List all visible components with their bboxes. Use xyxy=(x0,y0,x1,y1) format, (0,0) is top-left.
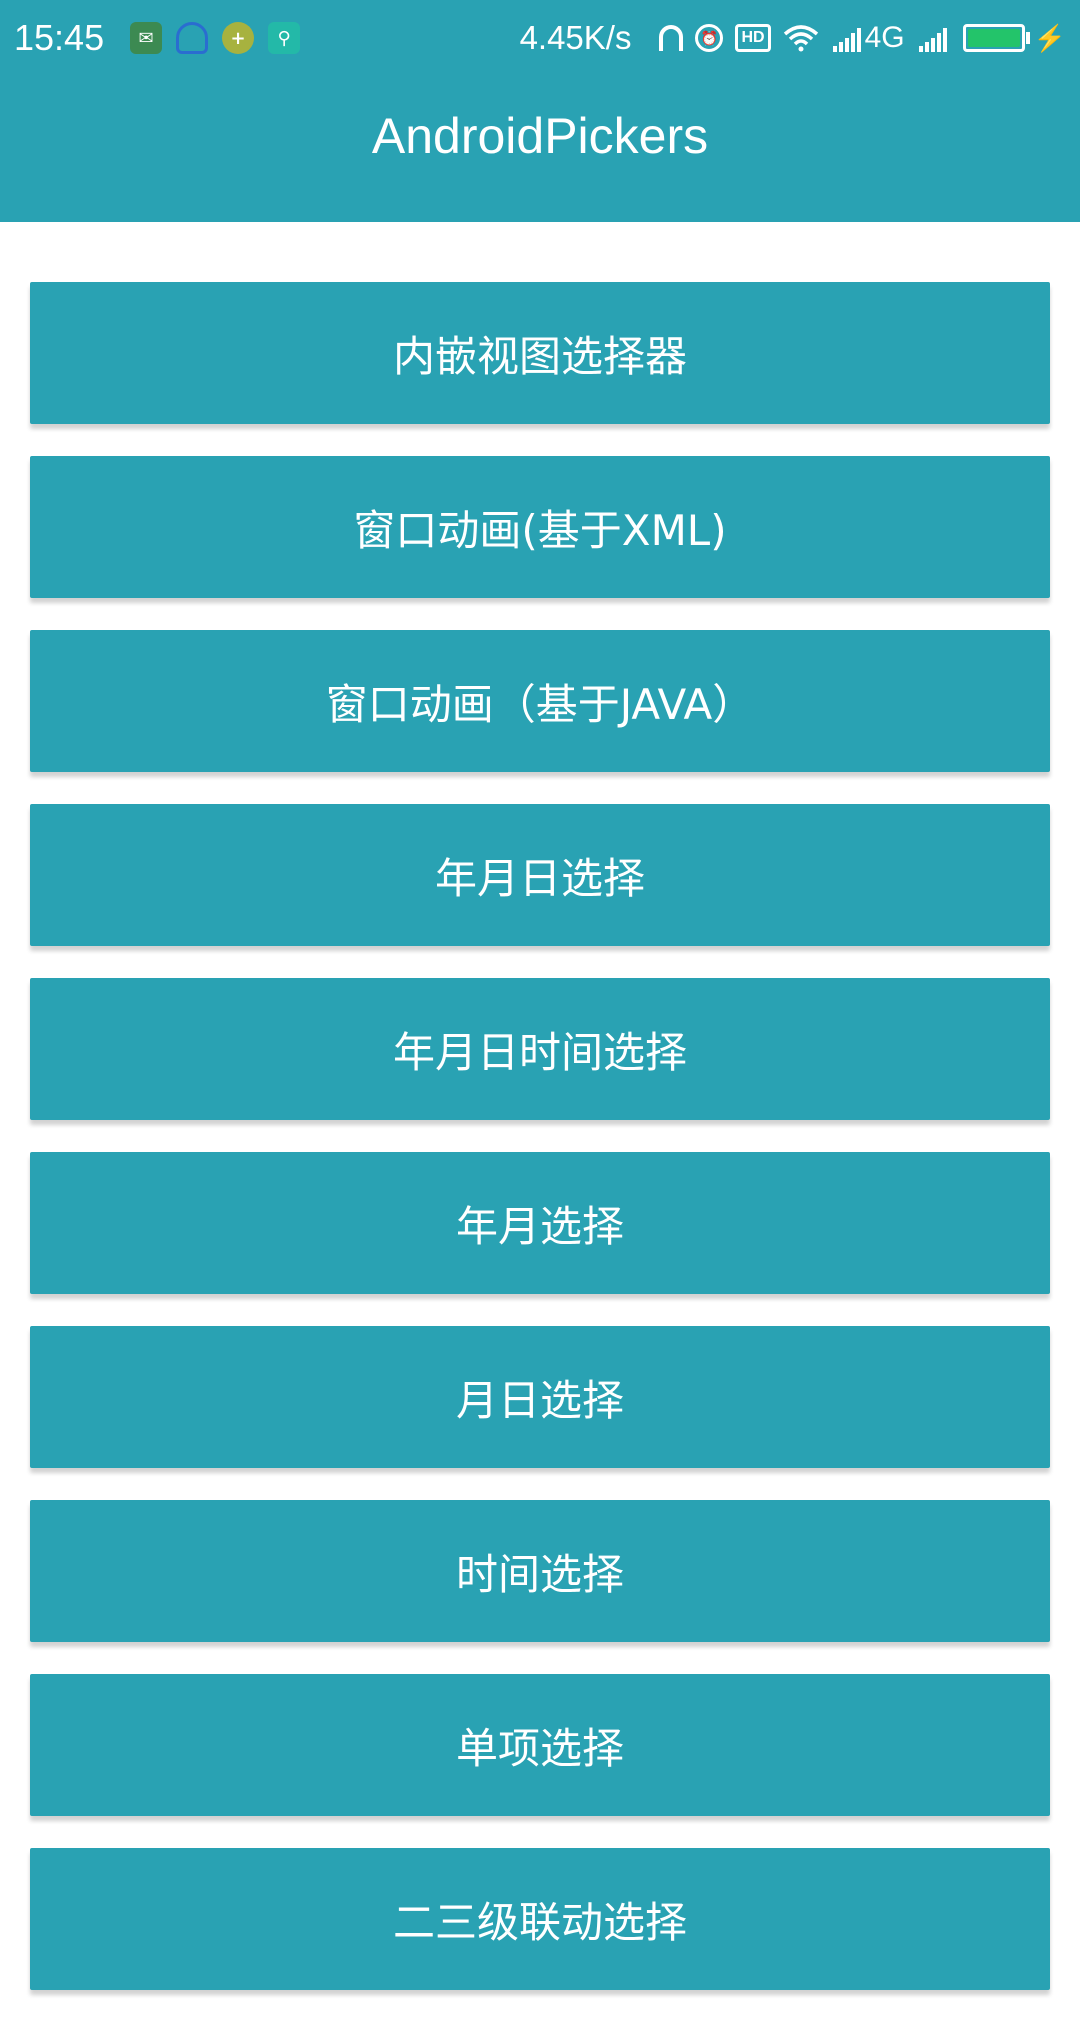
battery-tip xyxy=(1025,32,1030,44)
status-right-group: 4.45K/s ⏰ HD 4G ⚡ xyxy=(520,19,1066,57)
inline-view-picker-button[interactable]: 内嵌视图选择器 xyxy=(30,282,1050,424)
signal-icon xyxy=(831,24,861,52)
status-bar: 15:45 ✉ + ⚲ 4.45K/s ⏰ HD 4G ⚡ xyxy=(0,0,1080,76)
charging-icon: ⚡ xyxy=(1033,22,1066,53)
app-title: AndroidPickers xyxy=(371,108,709,164)
status-time: 15:45 xyxy=(14,17,105,58)
wechat-icon: ✉ xyxy=(130,22,163,54)
single-option-picker-button[interactable]: 单项选择 xyxy=(30,1674,1050,1816)
usb-icon: ⚲ xyxy=(268,22,301,54)
button-list: 内嵌视图选择器 窗口动画(基于XML) 窗口动画（基于JAVA） 年月日选择 年… xyxy=(30,282,1050,2022)
wifi-icon xyxy=(783,24,819,52)
battery-fill xyxy=(967,29,1020,47)
plus-icon: + xyxy=(222,22,255,54)
window-animation-java-button[interactable]: 窗口动画（基于JAVA） xyxy=(30,630,1050,772)
network-type: 4G xyxy=(864,21,905,54)
year-month-picker-button[interactable]: 年月选择 xyxy=(30,1152,1050,1294)
date-picker-button[interactable]: 年月日选择 xyxy=(30,804,1050,946)
app-bar: AndroidPickers xyxy=(0,76,1080,222)
hd-icon: HD xyxy=(735,24,771,52)
time-picker-button[interactable]: 时间选择 xyxy=(30,1500,1050,1642)
battery-icon xyxy=(962,24,1025,52)
signal-icon-2 xyxy=(917,24,947,52)
month-day-picker-button[interactable]: 月日选择 xyxy=(30,1326,1050,1468)
linkage-picker-button[interactable]: 二三级联动选择 xyxy=(30,1848,1050,1990)
datetime-picker-button[interactable]: 年月日时间选择 xyxy=(30,978,1050,1120)
window-animation-xml-button[interactable]: 窗口动画(基于XML) xyxy=(30,456,1050,598)
network-speed: 4.45K/s xyxy=(519,19,632,56)
alarm-icon: ⏰ xyxy=(695,24,724,52)
headphones-icon xyxy=(659,25,684,51)
headset-icon xyxy=(176,22,209,54)
